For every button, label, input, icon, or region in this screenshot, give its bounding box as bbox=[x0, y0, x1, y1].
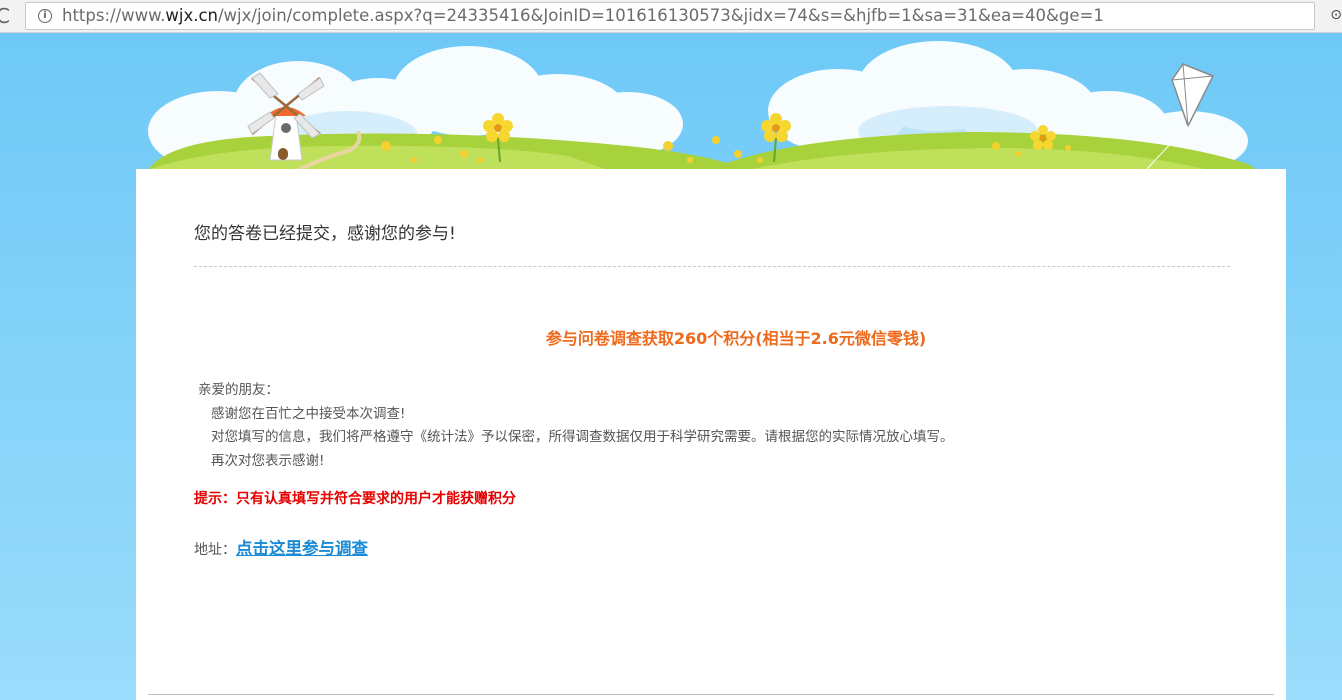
header-banner bbox=[148, 36, 1258, 172]
thank-you-letter: 亲爱的朋友： 感谢您在百忙之中接受本次调查! 对您填写的信息，我们将严格遵守《统… bbox=[198, 379, 954, 473]
letter-greeting: 亲爱的朋友： bbox=[198, 382, 279, 398]
page-title: 您的答卷已经提交，感谢您的参与! bbox=[194, 224, 456, 244]
completion-card: 您的答卷已经提交，感谢您的参与! 参与问卷调查获取260个积分(相当于2.6元微… bbox=[136, 169, 1286, 700]
dashed-divider bbox=[194, 266, 1230, 267]
address-label: 地址： bbox=[194, 542, 236, 558]
url-text[interactable]: https://www.wjx.cn/wjx/join/complete.asp… bbox=[62, 6, 1104, 25]
survey-link[interactable]: 点击这里参与调查 bbox=[236, 539, 368, 558]
letter-line: 再次对您表示感谢! bbox=[211, 452, 325, 469]
address-bar[interactable]: i https://www.wjx.cn/wjx/join/complete.a… bbox=[25, 2, 1315, 30]
reload-icon[interactable]: C bbox=[0, 4, 10, 28]
footer-divider bbox=[148, 694, 1274, 695]
url-prefix: https://www. bbox=[62, 6, 166, 25]
extension-icon[interactable]: ⊙ bbox=[1330, 7, 1342, 23]
url-domain: wjx.cn bbox=[165, 6, 218, 25]
tip-text: 提示：只有认真填写并符合要求的用户才能获赠积分 bbox=[194, 491, 516, 507]
letter-line: 感谢您在百忙之中接受本次调查! bbox=[211, 405, 406, 422]
url-path: /wjx/join/complete.aspx?q=24335416&JoinI… bbox=[217, 6, 1104, 25]
letter-line: 对您填写的信息，我们将严格遵守《统计法》予以保密，所得调查数据仅用于科学研究需要… bbox=[211, 429, 954, 445]
info-icon[interactable]: i bbox=[38, 9, 52, 23]
address-row: 地址：点击这里参与调查 bbox=[194, 535, 368, 559]
landscape-illustration bbox=[148, 41, 1258, 172]
browser-toolbar: C i https://www.wjx.cn/wjx/join/complete… bbox=[0, 0, 1342, 33]
reward-banner: 参与问卷调查获取260个积分(相当于2.6元微信零钱) bbox=[545, 329, 927, 348]
